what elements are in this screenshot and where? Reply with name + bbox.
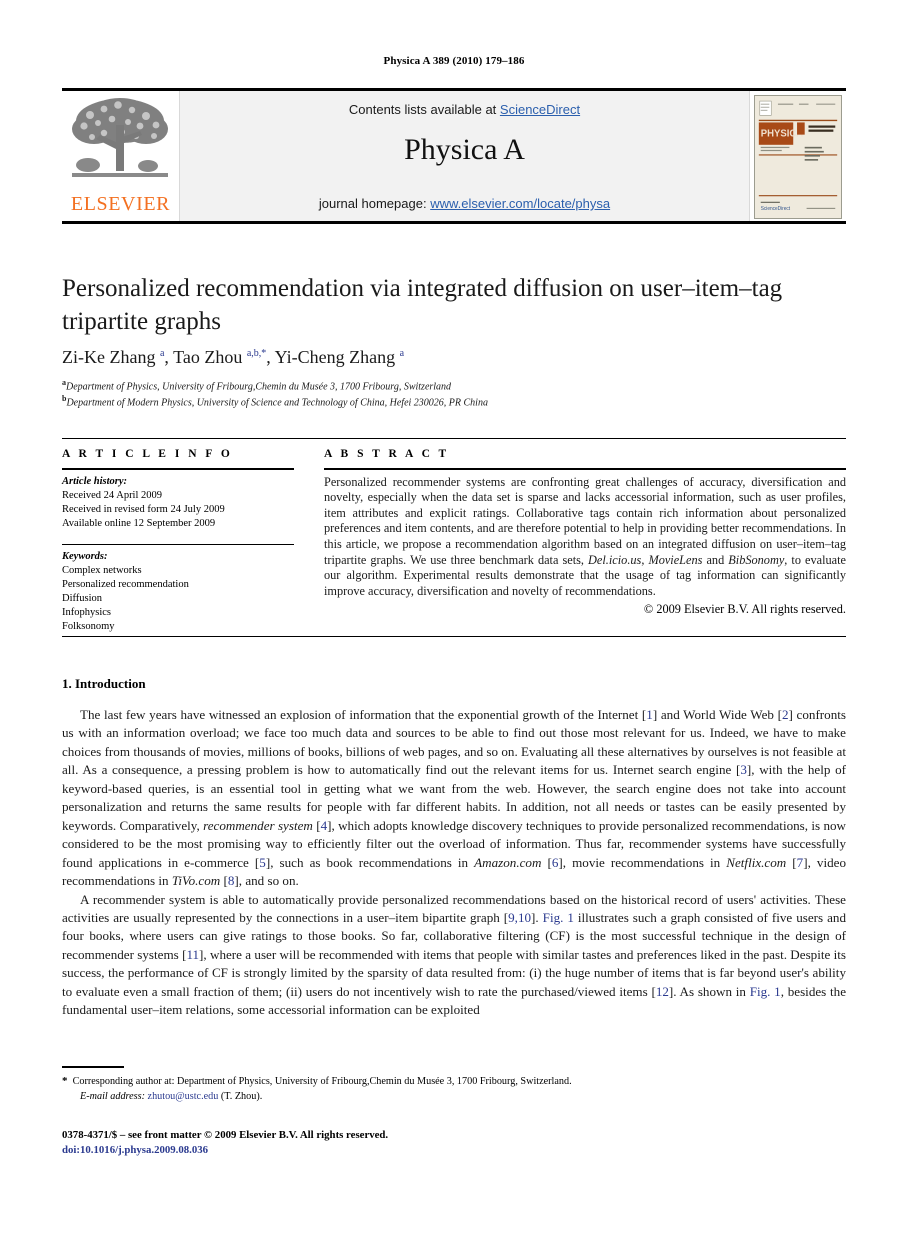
history-received: Received 24 April 2009 [62,489,163,501]
journal-homepage-link[interactable]: www.elsevier.com/locate/physa [430,196,610,211]
abstract-column: A B S T R A C T Personalized recommender… [324,448,846,617]
corresponding-author-note: * Corresponding author at: Department of… [62,1075,572,1087]
abstract-copyright: © 2009 Elsevier B.V. All rights reserved… [643,602,846,617]
article-info-column: A R T I C L E I N F O Article history: R… [62,448,294,634]
contents-lists-prefix: Contents lists available at [348,102,500,117]
elsevier-wordmark: ELSEVIER [70,193,171,215]
issn-footer: 0378-4371/$ – see front matter © 2009 El… [62,1128,846,1158]
article-title: Personalized recommendation via integrat… [62,275,783,335]
history-online: Available online 12 September 2009 [62,517,216,529]
info-abstract-bottom-rule [62,636,846,637]
abstract-text: Personalized recommender systems are con… [324,474,846,598]
keyword-item: Complex networks [62,565,142,577]
paragraph-2: A recommender system is able to automati… [62,891,847,1018]
elsevier-tree-icon [72,98,168,177]
page-content: Physica A 389 (2010) 179–186 ELSEVIER Co… [62,0,846,1238]
cover-artwork: PHYSICA ScienceDirect [754,95,842,219]
doi-line[interactable]: doi:10.1016/j.physa.2009.08.036 [62,1143,846,1158]
journal-title: Physica A [404,133,525,166]
issn-line: 0378-4371/$ – see front matter © 2009 El… [62,1129,389,1141]
journal-cover-thumbnail[interactable]: PHYSICA ScienceDirect [750,91,846,221]
keywords-rule [62,543,294,546]
affiliation-b: bDepartment of Modern Physics, Universit… [62,392,846,410]
elsevier-logo: ELSEVIER [62,91,179,221]
running-head: Physica A 389 (2010) 179–186 [383,55,525,67]
keyword-item: Personalized recommendation [62,579,189,591]
contents-lists-line: Contents lists available at ScienceDirec… [180,102,749,117]
article-history-heading: Article history: [62,475,128,487]
affiliation-a-text: Department of Physics, University of Fri… [66,381,452,393]
keyword-item: Folksonomy [62,621,115,633]
keywords-heading: Keywords: [62,551,108,563]
article-info-label: A R T I C L E I N F O [62,448,233,460]
cover-illustration-icon: PHYSICA ScienceDirect [755,96,841,218]
journal-homepage-line: journal homepage: www.elsevier.com/locat… [180,196,749,211]
footnote-block: * Corresponding author at: Department of… [62,1074,846,1104]
journal-masthead: ELSEVIER Contents lists available at Sci… [62,88,846,224]
paragraph-1: The last few years have witnessed an exp… [62,707,847,889]
abstract-label: A B S T R A C T [324,448,450,460]
keyword-item: Infophysics [62,607,111,619]
paper-page: Physica A 389 (2010) 179–186 ELSEVIER Co… [0,0,907,1238]
email-note: E-mail address: zhutou@ustc.edu (T. Zhou… [80,1091,263,1102]
abstract-rule [324,468,846,470]
info-abstract-top-rule [62,438,846,439]
svg-text:PHYSICA: PHYSICA [761,128,803,139]
author-list: Zi-Ke Zhang a, Tao Zhou a,b,*, Yi-Cheng … [62,347,405,367]
svg-text:ScienceDirect: ScienceDirect [761,206,791,212]
masthead-center: Contents lists available at ScienceDirec… [179,91,750,221]
homepage-prefix: journal homepage: [318,196,431,211]
sciencedirect-link[interactable]: ScienceDirect [500,102,580,117]
article-info-rule [62,468,294,470]
keyword-item: Diffusion [62,593,103,605]
history-revised: Received in revised form 24 July 2009 [62,503,225,515]
section-title-introduction: 1. Introduction [62,676,146,691]
affiliation-b-text: Department of Modern Physics, University… [66,397,488,409]
body-text: The last few years have witnessed an exp… [62,706,846,1020]
footnote-rule [62,1066,124,1068]
